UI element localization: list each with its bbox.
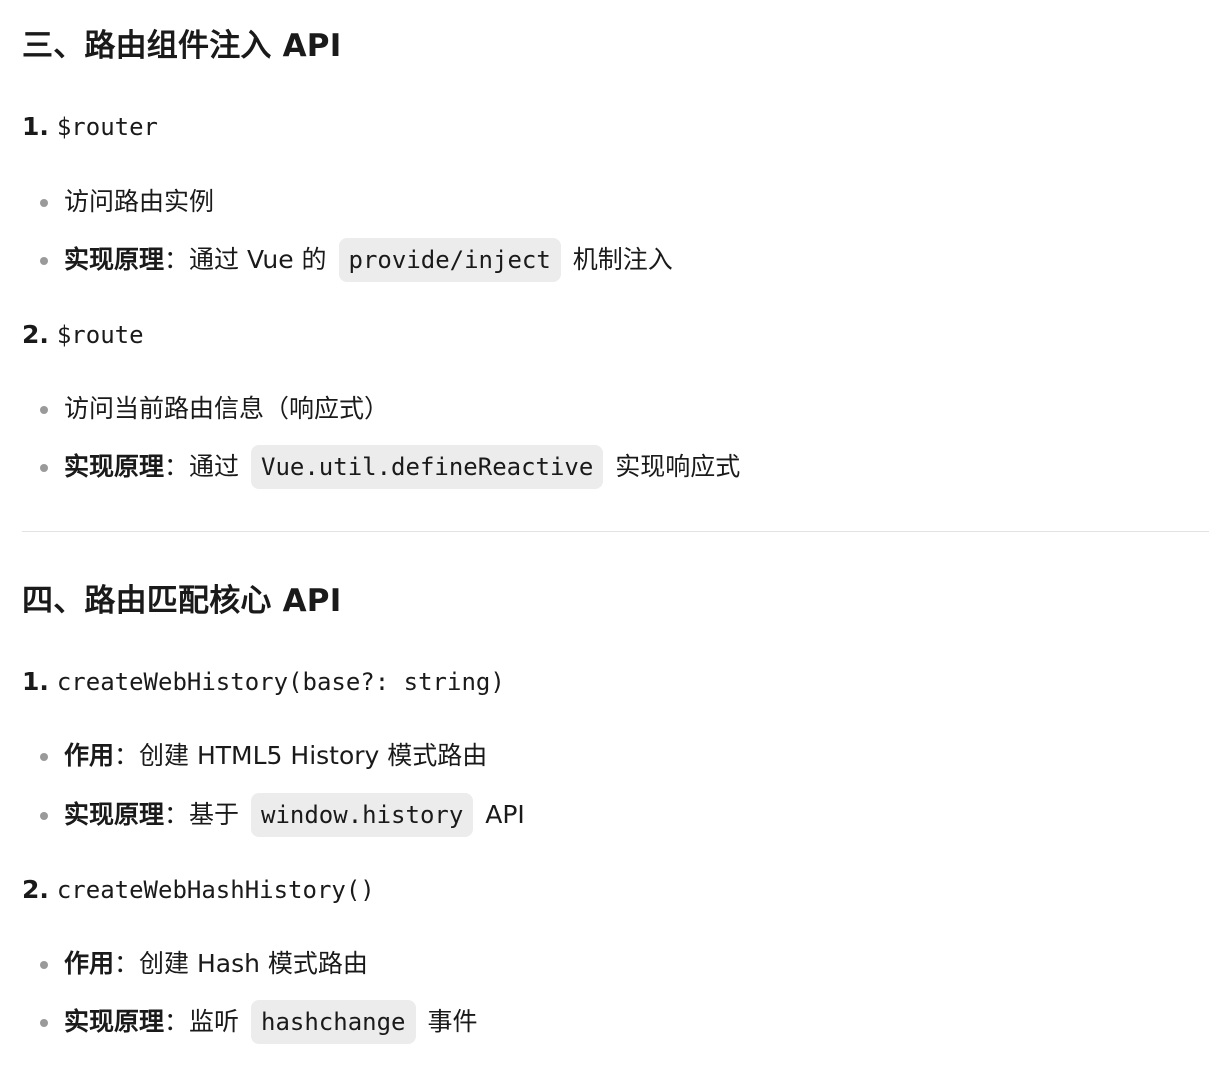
item-colon: ：: [164, 1007, 190, 1036]
item-label: 作用: [64, 949, 115, 978]
inline-code: Vue.util.defineReactive: [251, 445, 604, 489]
item-text: 基于: [189, 800, 240, 829]
item-label: 作用: [64, 741, 115, 770]
item-colon: ：: [164, 452, 190, 481]
bullet-dot: [40, 812, 48, 820]
item-number: 1.: [22, 667, 49, 696]
bullet-dot: [40, 961, 48, 969]
list-item: 实现原理：通过 Vue 的 provide/inject 机制注入: [22, 238, 673, 282]
section-heading: 四、路由匹配核心 API: [22, 583, 342, 619]
bullet-list: 实现原理：监听 hashchange 事件: [22, 1000, 477, 1044]
bullet-list: 实现原理：通过 Vue 的 provide/inject 机制注入: [22, 238, 673, 282]
item-label: 实现原理: [64, 1007, 165, 1036]
item-heading: 1. $router: [22, 111, 158, 143]
item-label: 实现原理: [64, 245, 165, 274]
item-text: 事件: [427, 1007, 478, 1036]
bullet-dot: [40, 257, 48, 265]
inline-code: window.history: [251, 793, 474, 837]
bullet-dot: [40, 464, 48, 472]
item-label: 实现原理: [64, 800, 165, 829]
item-text: 访问当前路由信息（响应式）: [64, 394, 390, 423]
item-text: 通过 Vue 的: [189, 245, 327, 274]
item-text: 创建 Hash 模式路由: [139, 949, 368, 978]
item-heading: 2. createWebHashHistory(): [22, 874, 375, 906]
item-colon: ：: [114, 949, 140, 978]
bullet-dot: [40, 1019, 48, 1027]
item-text: 创建 HTML5 History 模式路由: [139, 741, 488, 770]
inline-code: hashchange: [251, 1000, 416, 1044]
item-code: createWebHistory(base?: string): [56, 668, 505, 696]
bullet-list: 作用：创建 Hash 模式路由: [22, 942, 368, 986]
list-item: 实现原理：通过 Vue.util.defineReactive 实现响应式: [22, 445, 740, 489]
horizontal-rule: [22, 531, 1209, 532]
item-colon: ：: [164, 800, 190, 829]
item-code: createWebHashHistory(): [56, 876, 375, 904]
item-text: 机制注入: [572, 245, 673, 274]
item-number: 2.: [22, 320, 49, 349]
bullet-list: 作用：创建 HTML5 History 模式路由: [22, 734, 487, 778]
bullet-list: 实现原理：基于 window.history API: [22, 793, 525, 837]
item-colon: ：: [114, 741, 140, 770]
item-number: 2.: [22, 875, 49, 904]
item-text: 监听: [189, 1007, 240, 1036]
section-heading: 三、路由组件注入 API: [22, 28, 342, 64]
item-text: 通过: [189, 452, 240, 481]
item-heading: 1. createWebHistory(base?: string): [22, 666, 505, 698]
inline-code: provide/inject: [338, 238, 561, 282]
bullet-list: 访问路由实例: [22, 180, 214, 224]
bullet-dot: [40, 199, 48, 207]
list-item: 实现原理：监听 hashchange 事件: [22, 1000, 477, 1044]
bullet-list: 实现原理：通过 Vue.util.defineReactive 实现响应式: [22, 445, 740, 489]
item-text: API: [485, 800, 525, 829]
item-label: 实现原理: [64, 452, 165, 481]
list-item: 作用：创建 HTML5 History 模式路由: [22, 734, 487, 778]
list-item: 作用：创建 Hash 模式路由: [22, 942, 368, 986]
bullet-list: 访问当前路由信息（响应式）: [22, 387, 389, 431]
item-code: $router: [56, 113, 159, 141]
list-item: 实现原理：基于 window.history API: [22, 793, 525, 837]
item-text: 实现响应式: [615, 452, 741, 481]
item-text: 访问路由实例: [64, 187, 215, 216]
bullet-dot: [40, 753, 48, 761]
item-code: $route: [56, 321, 144, 349]
list-item: 访问路由实例: [22, 180, 214, 224]
item-number: 1.: [22, 112, 49, 141]
item-heading: 2. $route: [22, 319, 144, 351]
bullet-dot: [40, 406, 48, 414]
list-item: 访问当前路由信息（响应式）: [22, 387, 389, 431]
item-colon: ：: [164, 245, 190, 274]
